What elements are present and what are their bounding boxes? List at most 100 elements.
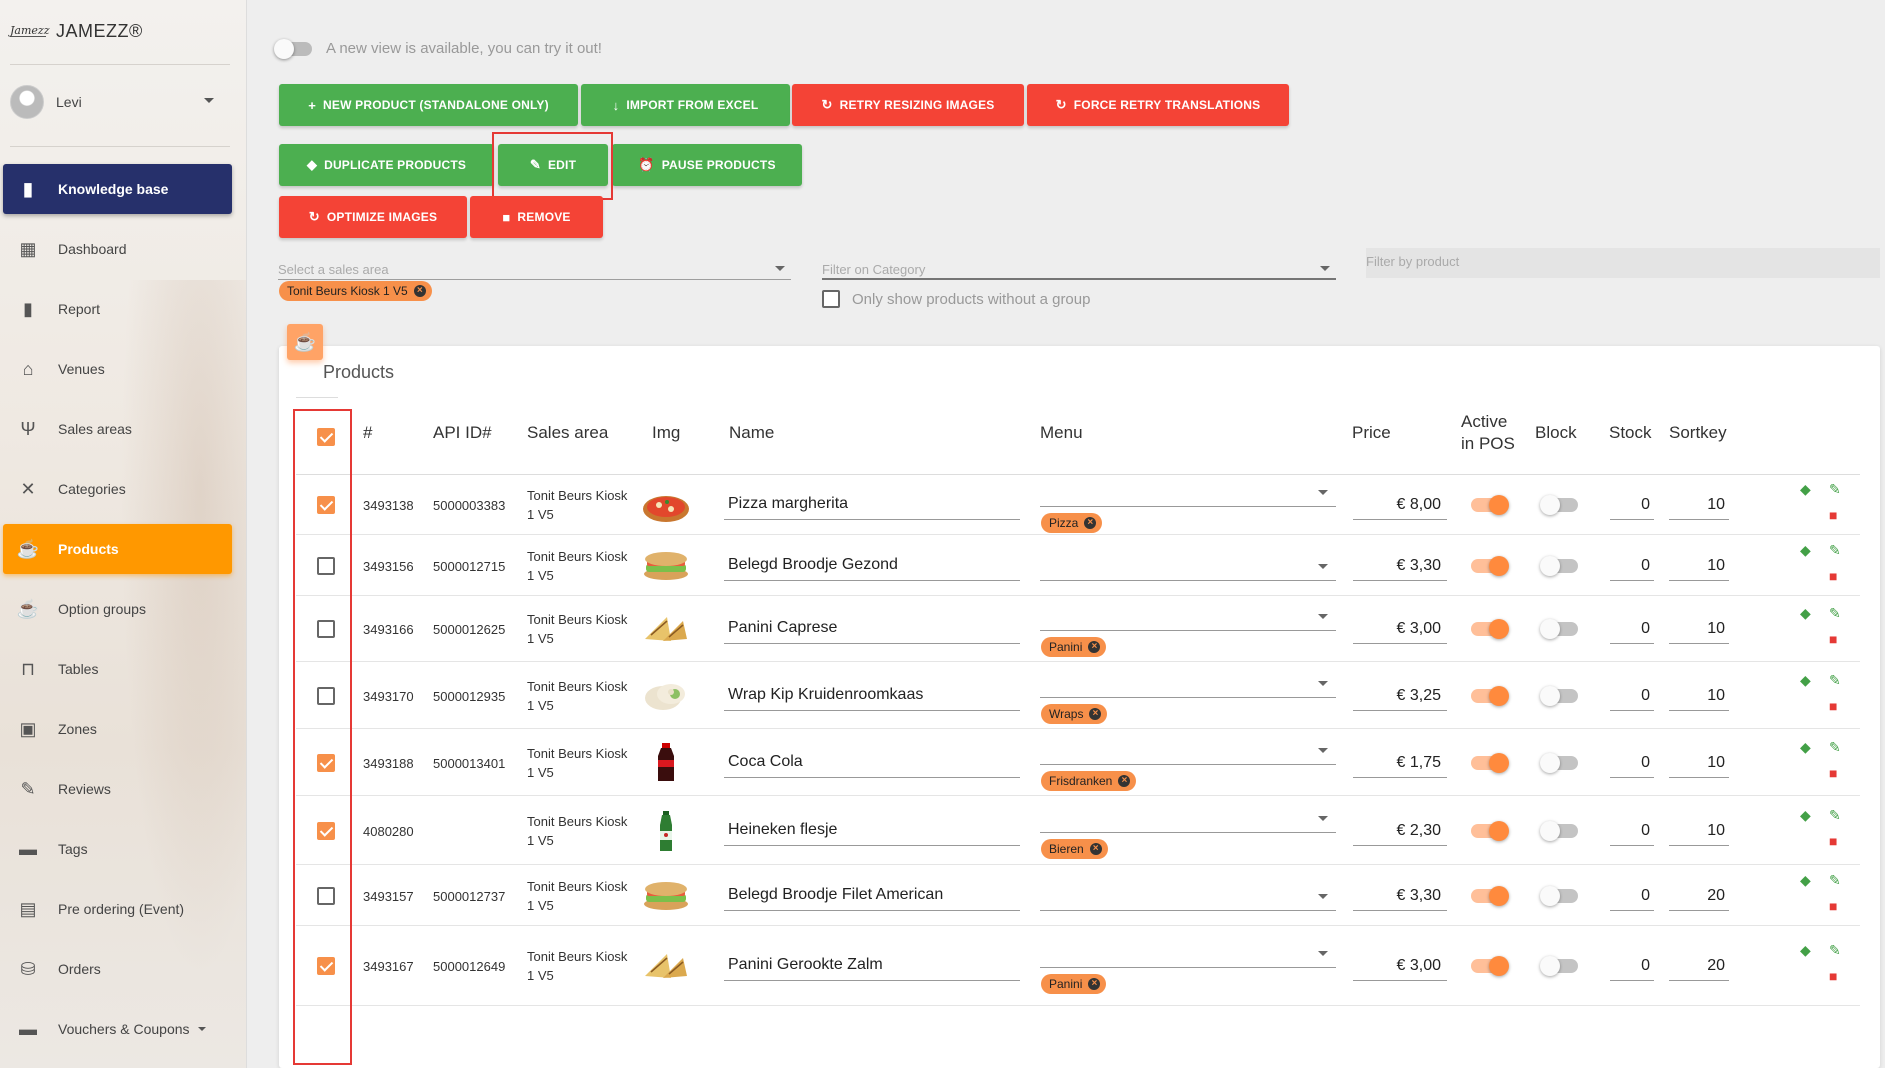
retry-resizing-button[interactable]: ↻ RETRY RESIZING IMAGES (792, 84, 1024, 126)
menu-select[interactable] (1040, 938, 1336, 968)
duplicate-icon[interactable]: ◆ (1800, 672, 1811, 689)
duplicate-icon[interactable]: ◆ (1800, 739, 1811, 756)
brand[interactable]: Jamezz JAMEZZ® (10, 16, 143, 46)
menu-chip[interactable]: Bieren × (1041, 839, 1108, 859)
active-in-pos-toggle[interactable] (1471, 619, 1509, 639)
price-input[interactable]: € 2,30 (1353, 816, 1447, 846)
col-header-area[interactable]: Sales area (527, 422, 608, 444)
col-header-menu[interactable]: Menu (1040, 422, 1083, 444)
active-in-pos-toggle[interactable] (1471, 956, 1509, 976)
block-toggle[interactable] (1540, 495, 1578, 515)
delete-icon[interactable]: ■ (1829, 631, 1837, 647)
sidebar-item-report[interactable]: ▮ Report (3, 284, 232, 334)
product-name-input[interactable]: Wrap Kip Kruidenroomkaas (724, 681, 1020, 711)
close-icon[interactable]: × (1089, 708, 1102, 720)
edit-icon[interactable]: ✎ (1829, 542, 1841, 559)
active-in-pos-toggle[interactable] (1471, 556, 1509, 576)
edit-icon[interactable]: ✎ (1829, 605, 1841, 622)
force-retry-button[interactable]: ↻ FORCE RETRY TRANSLATIONS (1027, 84, 1289, 126)
stock-input[interactable]: 0 (1610, 614, 1654, 644)
remove-button[interactable]: ■ REMOVE (470, 196, 603, 238)
block-toggle[interactable] (1540, 753, 1578, 773)
sidebar-item-option-groups[interactable]: ☕ Option groups (3, 584, 232, 634)
category-filter-select[interactable]: Filter on Category (822, 248, 1336, 280)
duplicate-icon[interactable]: ◆ (1800, 542, 1811, 559)
delete-icon[interactable]: ■ (1829, 968, 1837, 984)
sortkey-input[interactable]: 10 (1669, 614, 1729, 644)
active-in-pos-toggle[interactable] (1471, 495, 1509, 515)
sales-area-chip[interactable]: Tonit Beurs Kiosk 1 V5 × (279, 281, 432, 301)
sales-area-select[interactable]: Select a sales area (278, 248, 791, 280)
delete-icon[interactable]: ■ (1829, 765, 1837, 781)
sortkey-input[interactable]: 10 (1669, 816, 1729, 846)
product-name-input[interactable]: Pizza margherita (724, 490, 1020, 520)
col-header-block[interactable]: Block (1535, 422, 1577, 444)
col-header-name[interactable]: Name (729, 422, 774, 444)
no-group-checkbox[interactable] (822, 290, 840, 308)
duplicate-icon[interactable]: ◆ (1800, 481, 1811, 498)
sidebar-item-venues[interactable]: ⌂ Venues (3, 344, 232, 394)
menu-chip[interactable]: Wraps × (1041, 704, 1108, 724)
col-header-id[interactable]: # (363, 422, 372, 444)
col-header-api[interactable]: API ID# (433, 422, 492, 444)
menu-select[interactable] (1040, 668, 1336, 698)
product-image[interactable] (641, 676, 691, 716)
price-input[interactable]: € 3,00 (1353, 614, 1447, 644)
new-view-toggle[interactable] (274, 38, 312, 59)
block-toggle[interactable] (1540, 956, 1578, 976)
sidebar-item-products[interactable]: ☕ Products (3, 524, 232, 574)
import-excel-button[interactable]: ↓ IMPORT FROM EXCEL (581, 84, 790, 126)
duplicate-icon[interactable]: ◆ (1800, 605, 1811, 622)
delete-icon[interactable]: ■ (1829, 568, 1837, 584)
sortkey-input[interactable]: 20 (1669, 951, 1729, 981)
sidebar-item-orders[interactable]: ⛁ Orders (3, 944, 232, 994)
sidebar-item-knowledge-base[interactable]: ▮ Knowledge base (3, 164, 232, 214)
menu-chip[interactable]: Panini × (1041, 637, 1107, 657)
duplicate-icon[interactable]: ◆ (1800, 807, 1811, 824)
edit-icon[interactable]: ✎ (1829, 942, 1841, 959)
sidebar-item-reviews[interactable]: ✎ Reviews (3, 764, 232, 814)
menu-select[interactable] (1040, 477, 1336, 507)
delete-icon[interactable]: ■ (1829, 833, 1837, 849)
block-toggle[interactable] (1540, 821, 1578, 841)
product-name-input[interactable]: Panini Caprese (724, 614, 1020, 644)
edit-icon[interactable]: ✎ (1829, 481, 1841, 498)
sortkey-input[interactable]: 10 (1669, 551, 1729, 581)
stock-input[interactable]: 0 (1610, 490, 1654, 520)
price-input[interactable]: € 1,75 (1353, 748, 1447, 778)
product-image[interactable] (641, 609, 691, 649)
duplicate-icon[interactable]: ◆ (1800, 942, 1811, 959)
product-image[interactable] (641, 743, 691, 783)
product-image[interactable] (641, 946, 691, 986)
menu-select[interactable] (1040, 803, 1336, 833)
sidebar-item-sales-areas[interactable]: Ψ Sales areas (3, 404, 232, 454)
edit-icon[interactable]: ✎ (1829, 807, 1841, 824)
no-group-filter[interactable]: Only show products without a group (822, 290, 1090, 308)
edit-icon[interactable]: ✎ (1829, 739, 1841, 756)
close-icon[interactable]: × (1089, 843, 1102, 855)
stock-input[interactable]: 0 (1610, 748, 1654, 778)
stock-input[interactable]: 0 (1610, 881, 1654, 911)
table-row[interactable]: 4080280 Tonit Beurs Kiosk 1 V5 Heineken fle… (296, 796, 1860, 865)
sortkey-input[interactable]: 20 (1669, 881, 1729, 911)
sidebar-item-vouchers-coupons[interactable]: ▬ Vouchers & Coupons (3, 1004, 232, 1054)
col-header-active[interactable]: Active in POS (1461, 411, 1515, 455)
duplicate-icon[interactable]: ◆ (1800, 872, 1811, 889)
block-toggle[interactable] (1540, 556, 1578, 576)
col-header-stock[interactable]: Stock (1609, 422, 1652, 444)
table-row[interactable]: 3493188 5000013401 Tonit Beurs Kiosk 1 V5 Co… (296, 729, 1860, 796)
price-input[interactable]: € 8,00 (1353, 490, 1447, 520)
table-row[interactable]: 3493167 5000012649 Tonit Beurs Kiosk 1 V5 Pa… (296, 926, 1860, 1006)
product-filter-input[interactable]: Filter by product (1366, 248, 1880, 278)
sidebar-item-tables[interactable]: ⊓ Tables (3, 644, 232, 694)
col-header-sortkey[interactable]: Sortkey (1669, 422, 1727, 444)
close-icon[interactable]: × (1084, 517, 1097, 529)
menu-chip[interactable]: Pizza × (1041, 513, 1103, 533)
active-in-pos-toggle[interactable] (1471, 886, 1509, 906)
price-input[interactable]: € 3,25 (1353, 681, 1447, 711)
pause-products-button[interactable]: ⏰ PAUSE PRODUCTS (612, 144, 802, 186)
price-input[interactable]: € 3,00 (1353, 951, 1447, 981)
sidebar-item-dashboard[interactable]: ▦ Dashboard (3, 224, 232, 274)
stock-input[interactable]: 0 (1610, 551, 1654, 581)
close-icon[interactable]: × (413, 285, 426, 297)
